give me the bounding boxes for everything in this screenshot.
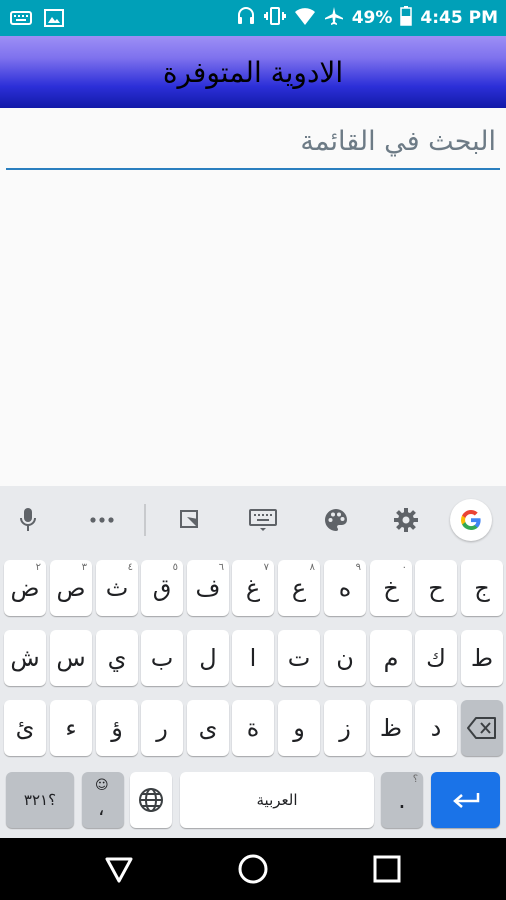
key[interactable]: ب xyxy=(141,630,183,686)
soft-keyboard: ج ح ٠خ ٩ه ٨ع ٧غ ٦ف ٥ق ٤ث ٣ص ٢ض ط ك م ن ت… xyxy=(0,486,506,838)
home-circle-icon xyxy=(238,854,268,884)
key[interactable]: ٧غ xyxy=(232,560,274,616)
page-title: الادوية المتوفرة xyxy=(162,55,344,89)
key[interactable]: س xyxy=(50,630,92,686)
settings-icon[interactable] xyxy=(390,504,422,536)
space-key[interactable]: العربية xyxy=(180,772,374,828)
search-field[interactable] xyxy=(6,118,500,170)
keyboard-icon[interactable] xyxy=(247,504,279,536)
status-bar: 49% 4:45 PM xyxy=(0,0,506,36)
home-button[interactable] xyxy=(234,850,272,888)
key[interactable]: ٤ث xyxy=(96,560,138,616)
key[interactable]: ك xyxy=(415,630,457,686)
clock: 4:45 PM xyxy=(420,8,498,28)
back-button[interactable] xyxy=(100,850,138,888)
key[interactable]: و xyxy=(278,700,320,756)
key[interactable]: ٩ه xyxy=(324,560,366,616)
key[interactable]: د xyxy=(415,700,457,756)
key[interactable]: م xyxy=(370,630,412,686)
key[interactable]: ج xyxy=(461,560,503,616)
recents-square-icon xyxy=(373,855,401,883)
key[interactable]: ح xyxy=(415,560,457,616)
emoji-comma-key[interactable]: ☺ ، xyxy=(82,772,124,828)
google-icon xyxy=(460,510,481,530)
google-search-button[interactable] xyxy=(450,499,492,541)
headset-icon xyxy=(236,6,256,31)
key[interactable]: ط xyxy=(461,630,503,686)
toolbar-divider xyxy=(144,504,146,536)
recents-button[interactable] xyxy=(368,850,406,888)
enter-arrow-icon xyxy=(452,793,479,808)
period-key[interactable]: ؟ . xyxy=(381,772,423,828)
globe-icon xyxy=(139,788,163,812)
key[interactable]: ن xyxy=(324,630,366,686)
battery-icon xyxy=(400,5,413,31)
key[interactable]: ئ xyxy=(4,700,46,756)
key[interactable]: ٠خ xyxy=(370,560,412,616)
back-triangle-icon xyxy=(105,857,133,883)
keyboard-toolbar xyxy=(0,486,506,554)
key[interactable]: ؤ xyxy=(96,700,138,756)
search-input[interactable] xyxy=(6,118,500,164)
key[interactable]: ا xyxy=(232,630,274,686)
airplane-icon xyxy=(324,6,344,31)
backspace-icon xyxy=(467,717,496,739)
vibrate-icon xyxy=(263,6,286,31)
key[interactable]: ٨ع xyxy=(278,560,320,616)
keyboard-icon xyxy=(10,9,32,31)
clipboard-icon[interactable] xyxy=(174,504,206,536)
key[interactable]: ر xyxy=(141,700,183,756)
image-icon xyxy=(44,9,64,31)
key[interactable]: ل xyxy=(187,630,229,686)
key[interactable]: ٥ق xyxy=(141,560,183,616)
key[interactable]: ٣ص xyxy=(50,560,92,616)
key[interactable]: ز xyxy=(324,700,366,756)
backspace-key[interactable] xyxy=(461,700,503,756)
app-bar: الادوية المتوفرة xyxy=(0,36,506,108)
mic-icon[interactable] xyxy=(12,504,44,536)
key[interactable]: ى xyxy=(187,700,229,756)
emoji-icon: ☺ xyxy=(95,778,109,793)
key[interactable]: ظ xyxy=(370,700,412,756)
key[interactable]: ٦ف xyxy=(187,560,229,616)
key[interactable]: ت xyxy=(278,630,320,686)
wifi-icon xyxy=(294,6,316,31)
key[interactable]: ة xyxy=(232,700,274,756)
more-icon[interactable] xyxy=(86,504,118,536)
palette-icon[interactable] xyxy=(320,504,352,536)
numbers-key[interactable]: ؟٣٢١ xyxy=(6,772,74,828)
language-key[interactable] xyxy=(130,772,172,828)
key[interactable]: ش xyxy=(4,630,46,686)
key[interactable]: ي xyxy=(96,630,138,686)
battery-percent: 49% xyxy=(351,8,393,28)
key[interactable]: ٢ض xyxy=(4,560,46,616)
navigation-bar xyxy=(0,838,506,900)
enter-key[interactable] xyxy=(431,772,500,828)
key[interactable]: ء xyxy=(50,700,92,756)
